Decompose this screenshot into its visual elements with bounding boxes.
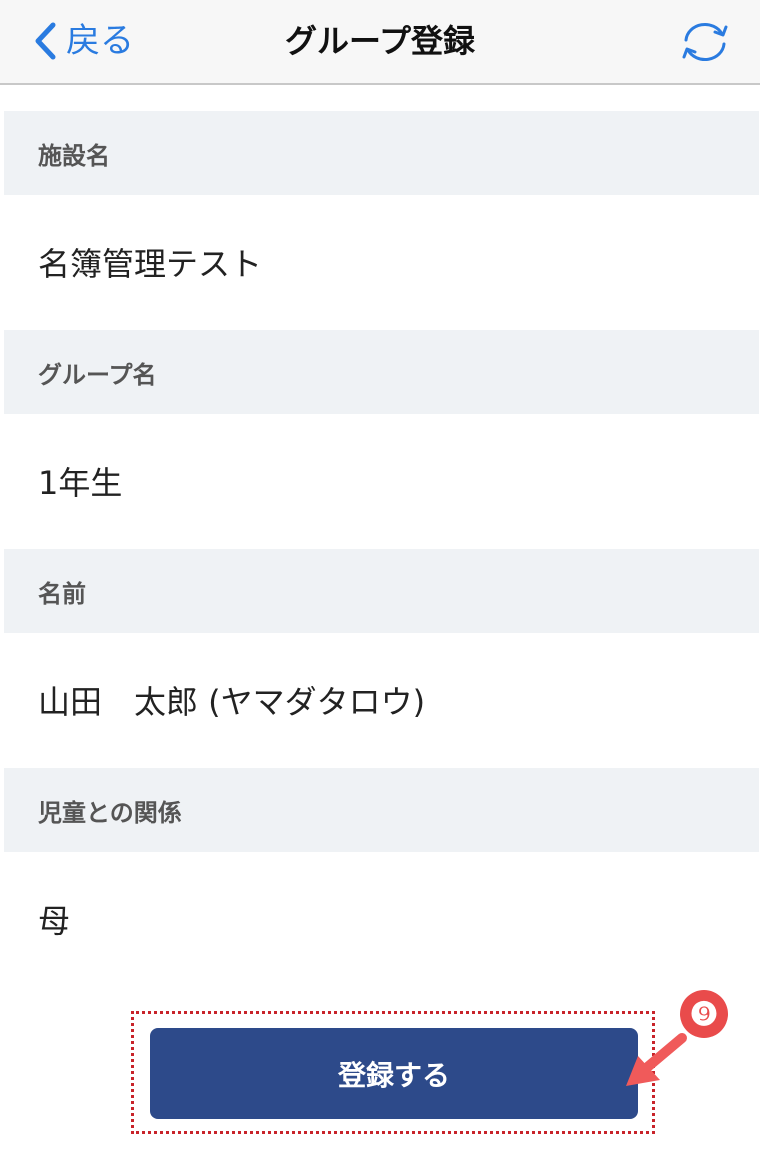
group-name-value: 1年生 — [38, 464, 123, 502]
person-name-header: 名前 — [4, 549, 759, 633]
register-button[interactable]: 登録する — [150, 1028, 638, 1119]
group-name-header: グループ名 — [4, 330, 759, 414]
refresh-button[interactable] — [678, 18, 732, 66]
refresh-icon — [678, 22, 732, 70]
pointer-arrow-icon — [620, 1030, 690, 1090]
relationship-header: 児童との関係 — [4, 768, 759, 852]
relationship-value: 母 — [38, 902, 71, 940]
facility-name-value: 名簿管理テスト — [38, 245, 263, 283]
facility-name-header: 施設名 — [4, 111, 759, 195]
navigation-bar: 戻る グループ登録 — [0, 0, 760, 85]
page-title: グループ登録 — [284, 22, 476, 60]
person-name-value: 山田 太郎 (ヤマダタロウ) — [38, 683, 426, 721]
